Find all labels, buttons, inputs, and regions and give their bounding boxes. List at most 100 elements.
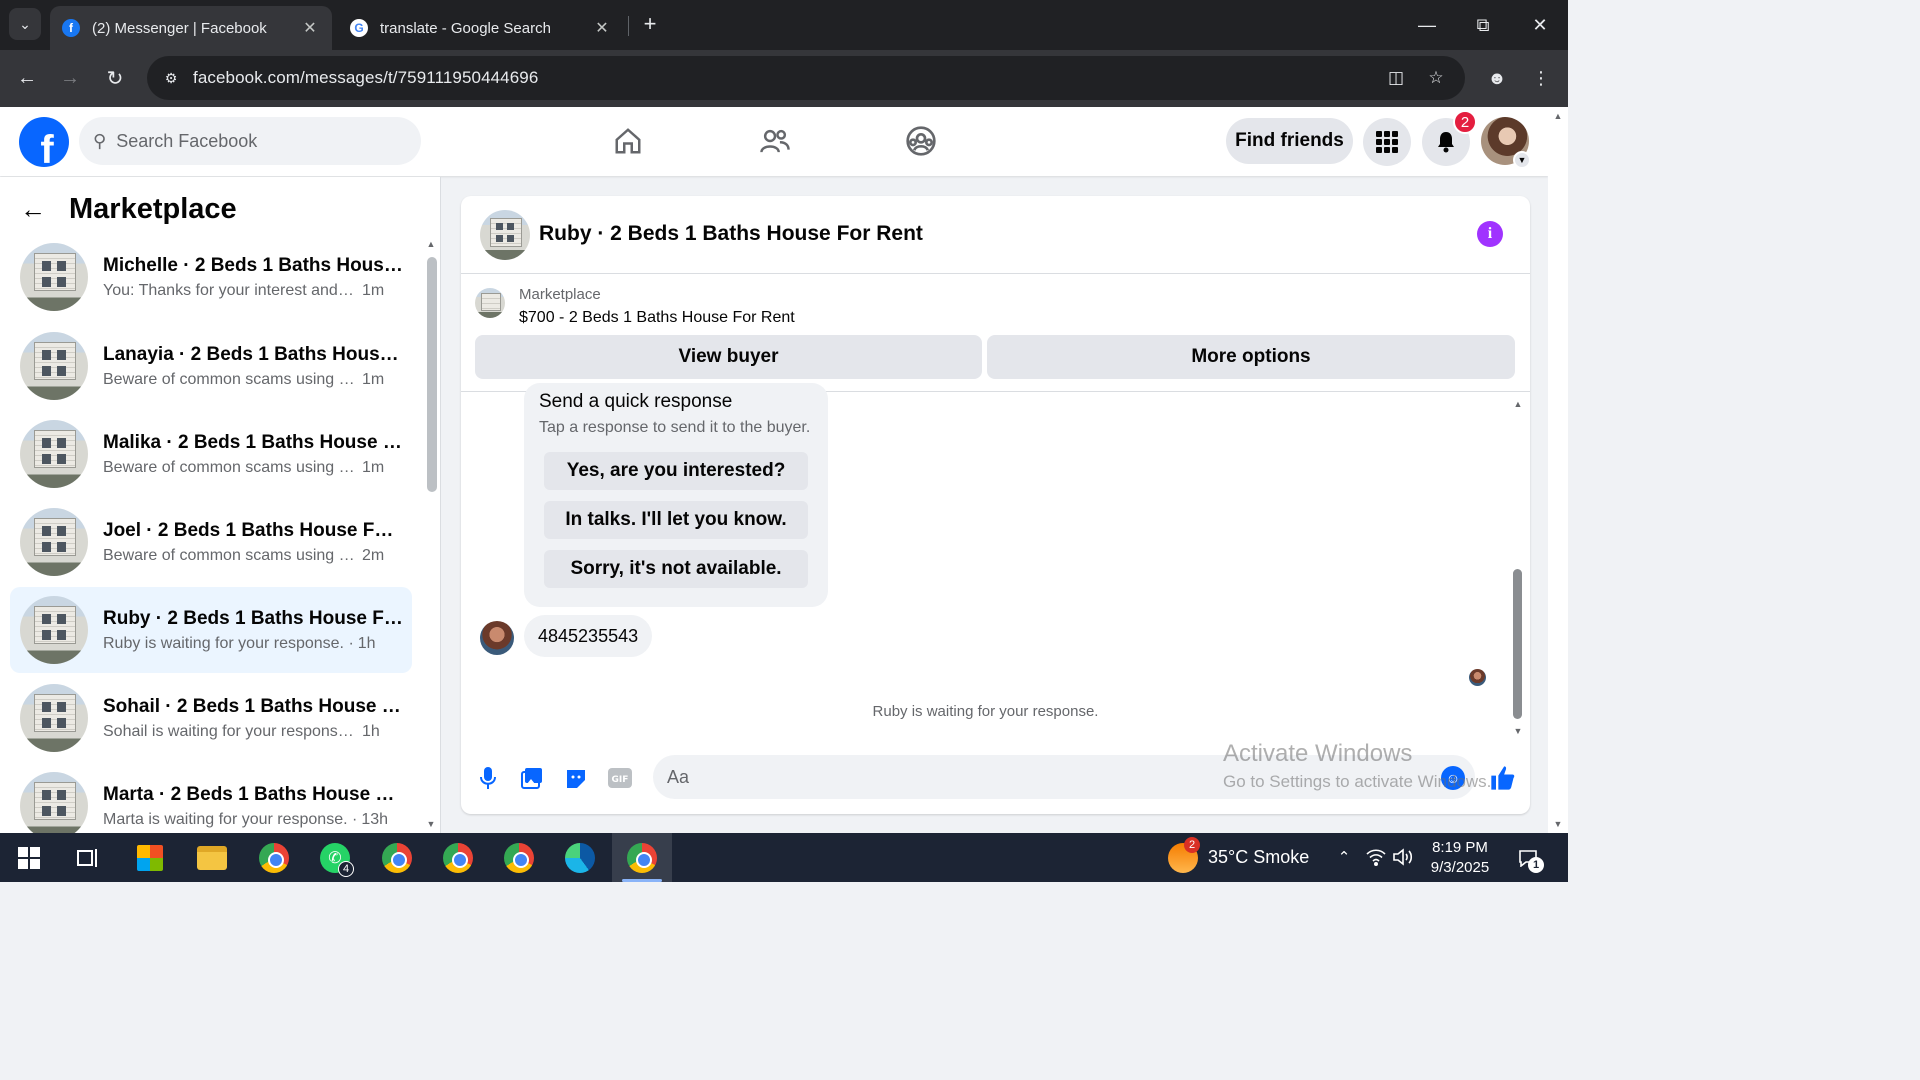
file-explorer-icon[interactable] xyxy=(191,837,233,879)
search-icon: ⚲ xyxy=(93,130,107,151)
whatsapp-icon[interactable]: ✆ 4 xyxy=(314,837,356,879)
chevron-up-icon[interactable]: ⌃ xyxy=(1332,845,1356,869)
install-app-icon[interactable]: ◫ xyxy=(1382,64,1410,92)
conversation-item[interactable]: Marta · 2 Beds 1 Baths House For Rent Ma… xyxy=(10,763,412,833)
clock-date: 9/3/2025 xyxy=(1430,859,1490,876)
conversation-item[interactable]: Malika · 2 Beds 1 Baths House For Rent B… xyxy=(10,411,412,497)
chrome-icon[interactable] xyxy=(376,837,418,879)
view-buyer-button[interactable]: View buyer xyxy=(475,335,982,379)
tab-close-icon[interactable]: ✕ xyxy=(300,18,320,38)
message-bubble[interactable]: 4845235543 xyxy=(524,615,653,657)
restore-icon[interactable]: ⧉ xyxy=(1463,8,1503,42)
volume-icon[interactable] xyxy=(1391,845,1415,869)
groups-icon[interactable] xyxy=(866,117,976,165)
conversation-name: Michelle · 2 Beds 1 Baths House For Rent xyxy=(103,254,403,276)
conversation-item[interactable]: Joel · 2 Beds 1 Baths House For Rent Bew… xyxy=(10,499,412,585)
quick-response-card: Send a quick response Tap a response to … xyxy=(524,383,828,607)
search-box[interactable]: ⚲ xyxy=(79,117,421,165)
sender-avatar[interactable] xyxy=(480,621,514,655)
home-icon[interactable] xyxy=(573,117,683,165)
facebook-logo[interactable]: f xyxy=(19,117,69,167)
scroll-down-arrow-icon[interactable]: ▼ xyxy=(1552,819,1564,829)
message-input[interactable] xyxy=(653,755,1475,799)
tab-close-icon[interactable]: ✕ xyxy=(592,18,612,38)
page-scrollbar[interactable]: ▲ ▼ xyxy=(1548,107,1568,833)
gif-icon[interactable]: GIF xyxy=(607,765,633,791)
tab-google-search[interactable]: G translate - Google Search ✕ xyxy=(338,6,624,50)
kebab-menu-icon[interactable]: ⋮ xyxy=(1526,63,1556,93)
chevron-down-icon[interactable]: ▼ xyxy=(1513,151,1531,169)
tab-separator xyxy=(628,16,629,36)
chrome-icon[interactable] xyxy=(437,837,479,879)
facebook-header: f ⚲ Find friends ▼ xyxy=(0,107,1548,176)
message-list: Send a quick response Tap a response to … xyxy=(461,383,1530,738)
photo-icon[interactable] xyxy=(519,765,545,791)
chat-scrollbar[interactable] xyxy=(1513,569,1522,719)
site-info-icon[interactable]: ⚙ xyxy=(159,66,183,90)
listing-price-title[interactable]: $700 - 2 Beds 1 Baths House For Rent xyxy=(519,309,795,327)
quick-response-option[interactable]: Sorry, it's not available. xyxy=(544,550,808,588)
close-window-icon[interactable]: ✕ xyxy=(1520,8,1560,42)
info-icon[interactable]: i xyxy=(1477,221,1503,247)
scroll-up-arrow-icon[interactable]: ▲ xyxy=(1512,399,1524,409)
profile-icon[interactable]: ☻ xyxy=(1482,63,1512,93)
menu-grid-icon[interactable] xyxy=(1363,118,1411,166)
weather-badge: 2 xyxy=(1184,836,1200,853)
scroll-down-arrow-icon[interactable]: ▼ xyxy=(425,819,437,829)
windows-start-icon[interactable] xyxy=(8,837,50,879)
browser-tab-bar: ⌄ f (2) Messenger | Facebook ✕ G transla… xyxy=(0,0,1568,50)
listing-thumbnail xyxy=(20,772,88,833)
chrome-icon[interactable] xyxy=(621,837,663,879)
quick-response-option[interactable]: In talks. I'll let you know. xyxy=(544,501,808,539)
thumbs-up-icon[interactable] xyxy=(1487,762,1519,794)
conversation-sidebar: ← Marketplace Michelle · 2 Beds 1 Baths … xyxy=(0,177,441,833)
search-input[interactable] xyxy=(116,130,387,152)
new-tab-button[interactable]: + xyxy=(636,10,664,38)
notification-badge: 2 xyxy=(1453,110,1477,134)
scroll-up-arrow-icon[interactable]: ▲ xyxy=(1552,111,1564,121)
logo-letter: f xyxy=(40,128,54,167)
weather-icon: 2 xyxy=(1168,836,1200,873)
tab-title: (2) Messenger | Facebook xyxy=(92,19,267,37)
conversation-item[interactable]: Lanayia · 2 Beds 1 Baths House For Rent … xyxy=(10,323,412,409)
microsoft-store-icon[interactable] xyxy=(129,837,171,879)
reload-icon[interactable]: ↻ xyxy=(100,63,130,93)
weather-widget[interactable]: 2 35°C Smoke xyxy=(1168,833,1309,882)
back-arrow-icon[interactable]: ← xyxy=(12,63,42,93)
sticker-icon[interactable] xyxy=(563,765,589,791)
quick-response-option[interactable]: Yes, are you interested? xyxy=(544,452,808,490)
friends-icon[interactable] xyxy=(720,117,830,165)
microphone-icon[interactable] xyxy=(475,765,501,791)
wifi-icon[interactable] xyxy=(1364,845,1388,869)
edge-icon[interactable] xyxy=(559,837,601,879)
conversation-item-selected[interactable]: Ruby · 2 Beds 1 Baths House For Rent Rub… xyxy=(10,587,412,673)
scroll-up-arrow-icon[interactable]: ▲ xyxy=(425,239,437,249)
tab-search-chevron-icon[interactable]: ⌄ xyxy=(9,8,41,40)
chat-title[interactable]: Ruby · 2 Beds 1 Baths House For Rent xyxy=(539,222,923,246)
forward-arrow-icon[interactable]: → xyxy=(55,63,85,93)
listing-thumbnail[interactable] xyxy=(480,210,530,260)
bookmark-star-icon[interactable]: ☆ xyxy=(1422,64,1450,92)
tab-messenger[interactable]: f (2) Messenger | Facebook ✕ xyxy=(50,6,332,50)
chrome-icon[interactable] xyxy=(253,837,295,879)
emoji-icon[interactable]: ☺ xyxy=(1441,766,1465,790)
listing-thumbnail xyxy=(20,332,88,400)
find-friends-button[interactable]: Find friends xyxy=(1226,118,1353,164)
conversation-item[interactable]: Michelle · 2 Beds 1 Baths House For Rent… xyxy=(10,234,412,320)
back-arrow-icon[interactable]: ← xyxy=(20,194,56,225)
conversation-preview: You: Thanks for your interest and i... xyxy=(103,281,358,299)
system-clock[interactable]: 8:19 PM 9/3/2025 xyxy=(1420,838,1500,878)
minimize-icon[interactable]: — xyxy=(1407,8,1447,42)
more-options-button[interactable]: More options xyxy=(987,335,1515,379)
sidebar-header: ← Marketplace xyxy=(20,193,237,226)
listing-thumbnail xyxy=(20,420,88,488)
conversation-item[interactable]: Sohail · 2 Beds 1 Baths House For Rent S… xyxy=(10,675,412,761)
chat-header: Ruby · 2 Beds 1 Baths House For Rent i xyxy=(461,196,1530,274)
sidebar-scrollbar[interactable] xyxy=(427,257,437,492)
task-view-icon[interactable] xyxy=(67,837,109,879)
address-bar[interactable]: ⚙ facebook.com/messages/t/75911195044469… xyxy=(147,56,1465,100)
scroll-down-arrow-icon[interactable]: ▼ xyxy=(1512,726,1524,736)
conversation-time: 1m xyxy=(362,281,385,299)
listing-thumbnail xyxy=(20,243,88,311)
chrome-icon[interactable] xyxy=(498,837,540,879)
